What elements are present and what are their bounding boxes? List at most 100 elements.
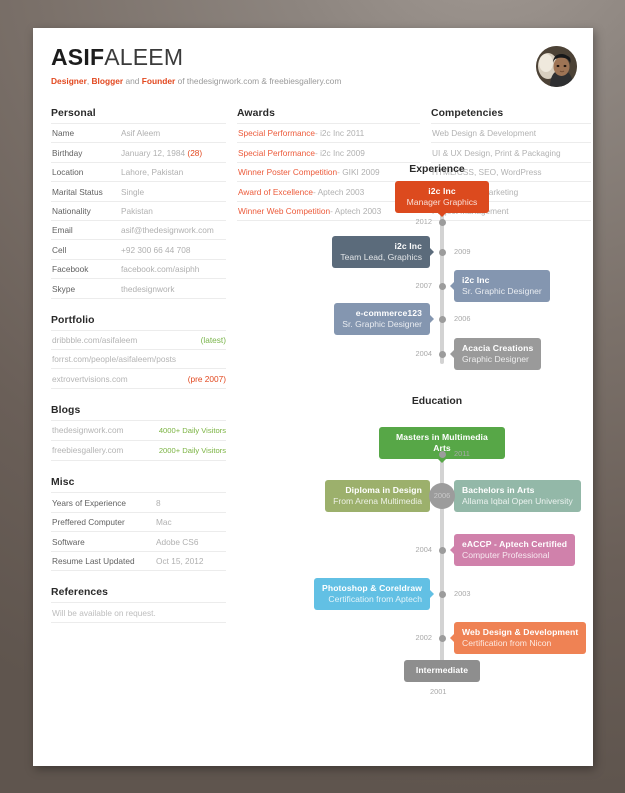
link-tag: (latest) [200, 334, 226, 345]
row-value: Lahore, Pakistan [121, 167, 184, 178]
timeline-item-title: i2c Inc [394, 241, 422, 251]
section-blogs: Blogs thedesignwork.com 4000+ Daily Visit… [51, 405, 226, 462]
row-value: January 12, 1984 (28) [121, 147, 203, 158]
link-text: forrst.com/people/asifaleem/posts [52, 354, 177, 365]
timeline-item[interactable]: e-commerce123 Sr. Graphic Designer [334, 303, 434, 335]
timeline-dot [438, 590, 446, 598]
section-personal: Personal Name Asif Aleem Birthday January 1… [51, 108, 226, 299]
role-join: and [125, 76, 140, 86]
row-label: Birthday [52, 147, 83, 158]
timeline-item-title: Photoshop & Coreldraw [322, 583, 422, 593]
section-title-misc: Misc [51, 477, 75, 489]
section-references: References Will be available on request. [51, 587, 226, 624]
role-founder: Founder [141, 76, 176, 86]
award-item: Special Performance - i2c Inc 2011 [237, 124, 420, 144]
timeline-year-bubble: 2006 [429, 483, 455, 509]
section-title-blogs: Blogs [51, 404, 81, 416]
left-column: Personal Name Asif Aleem Birthday January 1… [51, 108, 226, 639]
timeline-item[interactable]: i2c Inc Sr. Graphic Designer [450, 270, 550, 302]
table-row: Resume Last Updated Oct 15, 2012 [51, 552, 226, 572]
timeline-item[interactable]: Bachelors in Arts Allama Iqbal Open Unive… [450, 480, 581, 512]
award-meta: - i2c Inc 2011 [315, 128, 365, 139]
portfolio-item[interactable]: forrst.com/people/asifaleem/posts [51, 350, 226, 370]
row-value: Oct 15, 2012 [156, 556, 204, 567]
row-label: Years of Experience [52, 497, 126, 508]
section-title-portfolio: Portfolio [51, 314, 95, 326]
portfolio-item[interactable]: extrovertvisions.com (pre 2007) [51, 369, 226, 389]
row-value: facebook.com/asiphh [121, 264, 200, 275]
timeline-item[interactable]: Intermediate [404, 660, 480, 682]
link-text: thedesignwork.com [52, 425, 124, 436]
timeline-item-title: i2c Inc [428, 186, 456, 196]
avatar [536, 46, 577, 87]
row-value: +92 300 66 44 708 [121, 244, 191, 255]
personal-rows: Name Asif Aleem Birthday January 12, 1984 (… [51, 123, 226, 299]
row-value: Asif Aleem [121, 128, 161, 139]
timeline-item[interactable]: i2c Inc Team Lead, Graphics [332, 236, 434, 268]
row-value: asif@thedesignwork.com [121, 225, 214, 236]
link-tag: (pre 2007) [187, 373, 226, 384]
timeline-year: 2007 [415, 281, 432, 290]
timeline-dot [438, 282, 446, 290]
timeline-item[interactable]: Acacia Creations Graphic Designer [449, 338, 542, 370]
timeline-dot [438, 634, 446, 642]
timeline-item-subtitle: Certification from Nicon [462, 637, 552, 648]
timeline-item-title: Web Design & Development [462, 627, 579, 637]
timeline-item[interactable]: i2c Inc Manager Graphics [395, 181, 489, 217]
table-row: Preffered Computer Mac [51, 513, 226, 533]
table-row: Name Asif Aleem [51, 124, 226, 144]
portfolio-item[interactable]: dribbble.com/asifaleem (latest) [51, 331, 226, 350]
timeline-dot [438, 315, 446, 323]
row-label: Name [52, 128, 75, 139]
row-label: Skype [52, 283, 76, 294]
timeline-item[interactable]: Diploma in Design From Arena Multimedia [325, 480, 434, 512]
timeline-item[interactable]: Web Design & Development Certification fr… [449, 622, 587, 654]
competency-item: Web Design & Development [431, 124, 591, 144]
timeline-item-title: e-commerce123 [355, 308, 422, 318]
timeline-item-subtitle: Sr. Graphic Designer [342, 318, 422, 329]
timeline-item-subtitle: Team Lead, Graphics [340, 251, 422, 262]
blogs-rows: thedesignwork.com 4000+ Daily Visitors fre… [51, 419, 226, 462]
blog-item[interactable]: freebiesgallery.com 2000+ Daily Visitors [51, 441, 226, 462]
timeline-dot [438, 248, 446, 256]
timeline-year: 2003 [454, 589, 471, 598]
section-title-personal: Personal [51, 108, 96, 119]
row-value: Mac [156, 517, 172, 528]
resume-page: ASIFALEEM Designer, Blogger and Founder … [33, 28, 593, 766]
blog-item[interactable]: thedesignwork.com 4000+ Daily Visitors [51, 421, 226, 442]
section-title-competencies: Competencies [431, 108, 504, 119]
section-title-awards: Awards [237, 108, 275, 119]
page-title: ASIFALEEM [51, 44, 579, 70]
timeline-item-subtitle: Allama Iqbal Open University [462, 495, 573, 506]
link-text: extrovertvisions.com [52, 373, 128, 384]
timeline-item-title: i2c Inc [462, 275, 490, 285]
timeline-heading-experience: Experience [409, 164, 465, 175]
timeline-year: 2011 [454, 449, 470, 458]
link-text: freebiesgallery.com [52, 445, 124, 456]
timeline-item-subtitle: From Arena Multimedia [333, 495, 422, 506]
timeline-heading-education: Education [411, 396, 463, 407]
row-value: Pakistan [121, 205, 153, 216]
timeline-year: 2006 [454, 314, 471, 323]
timeline-item-title: Bachelors in Arts [462, 485, 535, 495]
section-misc: Misc Years of Experience 8 Preffered Compu… [51, 477, 226, 572]
row-label: Resume Last Updated [52, 556, 135, 567]
references-rows: Will be available on request. [51, 602, 226, 624]
timeline-item[interactable]: Photoshop & Coreldraw Certification from … [314, 578, 434, 610]
row-value: Single [121, 186, 145, 197]
row-label: Facebook [52, 264, 89, 275]
timeline-item[interactable]: eACCP - Aptech Certified Computer Profess… [449, 534, 576, 566]
table-row: Nationality Pakistan [51, 202, 226, 221]
timeline-dot [438, 350, 446, 358]
role-sep: , [86, 76, 90, 86]
role-designer: Designer [51, 76, 87, 86]
timeline: Experience i2c Inc Manager Graphics 2012 i2c… [263, 164, 593, 766]
row-value: thedesignwork [121, 283, 175, 294]
table-row: Marital Status Single [51, 182, 226, 202]
timeline-item-subtitle: Graphic Designer [462, 353, 529, 364]
last-name: ALEEM [104, 44, 184, 70]
timeline-year: 2002 [415, 633, 432, 642]
timeline-year: 2004 [415, 349, 432, 358]
timeline-year: 2009 [454, 247, 471, 256]
references-note: Will be available on request. [51, 603, 226, 624]
